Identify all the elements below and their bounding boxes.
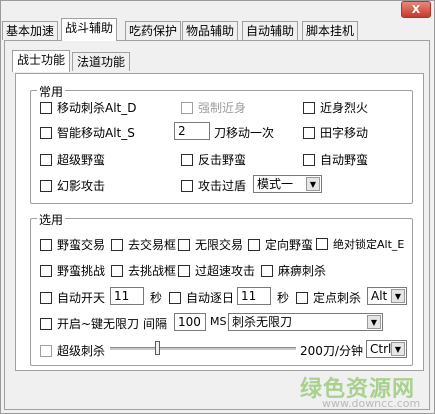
- common-group-title: 常用: [37, 83, 66, 100]
- move-once-label: 刀移动一次: [214, 126, 275, 140]
- attack-shield-label: 攻击过盾: [198, 179, 247, 193]
- chevron-down-icon[interactable]: ▼: [391, 289, 405, 303]
- chase-sun-unit-label: 秒: [277, 291, 290, 305]
- auto-savage-checkbox[interactable]: 自动野蛮: [303, 151, 368, 168]
- force-close-checkbox[interactable]: 强制近身: [181, 99, 246, 116]
- close-fire-checkbox[interactable]: 近身烈火: [303, 99, 368, 116]
- phantom-strike-label: 幻影攻击: [57, 179, 106, 193]
- directional-savage-label: 定向野蛮: [265, 238, 314, 252]
- savage-challenge-label: 野蛮挑战: [57, 264, 106, 278]
- counter-savage-checkbox[interactable]: 反击野蛮: [181, 151, 246, 168]
- tab-potion-protect[interactable]: 吃药保护: [125, 21, 182, 40]
- counter-savage-label: 反击野蛮: [198, 153, 247, 167]
- tab-auto-assist[interactable]: 自动辅助: [242, 21, 299, 40]
- blade-mode-select[interactable]: 刺杀无限刀 ▼: [228, 313, 383, 331]
- attack-shield-checkbox[interactable]: 攻击过盾: [181, 177, 246, 194]
- directional-savage-checkbox[interactable]: 定向野蛮: [248, 236, 313, 253]
- interval-label: 间隔: [143, 317, 168, 331]
- auto-savage-label: 自动野蛮: [320, 153, 369, 167]
- super-savage-label: 超级野蛮: [57, 153, 106, 167]
- speed-key-select[interactable]: Ctrl ▼: [366, 340, 407, 358]
- fixed-stab-checkbox[interactable]: 定点刺杀: [296, 289, 361, 306]
- tab-script-afk[interactable]: 脚本挂机: [302, 21, 359, 40]
- chase-sun-interval-input[interactable]: 11: [237, 287, 271, 305]
- absolute-lock-checkbox[interactable]: 绝对锁定Alt_E: [316, 236, 404, 252]
- tab-mage-taoist[interactable]: 法道功能: [72, 52, 131, 71]
- chevron-down-icon[interactable]: ▼: [367, 315, 381, 329]
- overspeed-attack-checkbox[interactable]: 过超速攻击: [178, 262, 255, 279]
- interval-unit-label: MS: [210, 315, 227, 328]
- open-sky-unit-label: 秒: [150, 291, 163, 305]
- speed-key-value: Ctrl: [370, 342, 392, 356]
- savage-trade-checkbox[interactable]: 野蛮交易: [40, 236, 105, 253]
- remove-trade-box-label: 去交易框: [128, 238, 177, 252]
- auto-chase-sun-checkbox[interactable]: 自动逐日: [169, 289, 234, 306]
- close-fire-label: 近身烈火: [320, 101, 369, 115]
- speed-slider-handle[interactable]: [154, 341, 160, 355]
- tab-item-assist[interactable]: 物品辅助: [182, 21, 239, 40]
- mode-select[interactable]: 模式一 ▼: [253, 175, 322, 193]
- unlimited-trade-label: 无限交易: [195, 238, 244, 252]
- absolute-lock-label: 绝对锁定Alt_E: [333, 238, 405, 251]
- savage-challenge-checkbox[interactable]: 野蛮挑战: [40, 262, 105, 279]
- watermark-url: www.downcc.com: [322, 397, 421, 410]
- smart-move-label: 智能移动Alt_S: [57, 126, 135, 140]
- auto-chase-sun-label: 自动逐日: [186, 291, 235, 305]
- move-stab-label: 移动刺杀Alt_D: [57, 101, 137, 115]
- auto-open-sky-label: 自动开天: [57, 291, 106, 305]
- move-count-input[interactable]: 2: [174, 122, 210, 140]
- unlimited-trade-checkbox[interactable]: 无限交易: [178, 236, 243, 253]
- paralyze-stab-label: 麻痹刺杀: [278, 264, 327, 278]
- open-sky-interval-input[interactable]: 11: [110, 287, 144, 305]
- smart-move-checkbox[interactable]: 智能移动Alt_S: [40, 124, 135, 141]
- speed-slider[interactable]: [110, 347, 296, 351]
- move-stab-checkbox[interactable]: 移动刺杀Alt_D: [40, 99, 137, 116]
- one-key-unlimited-label: 开启~键无限刀: [57, 317, 140, 331]
- fixed-stab-key-select[interactable]: Alt ▼: [367, 287, 407, 305]
- overspeed-attack-label: 过超速攻击: [195, 264, 256, 278]
- super-savage-checkbox[interactable]: 超级野蛮: [40, 151, 105, 168]
- remove-challenge-box-label: 去挑战框: [128, 264, 177, 278]
- chevron-down-icon[interactable]: ▼: [391, 342, 405, 356]
- force-close-label: 强制近身: [198, 101, 247, 115]
- interval-input[interactable]: 100: [174, 313, 206, 331]
- savage-trade-label: 野蛮交易: [57, 238, 106, 252]
- paralyze-stab-checkbox[interactable]: 麻痹刺杀: [261, 262, 326, 279]
- tab-basic-speed[interactable]: 基本加速: [2, 21, 59, 40]
- phantom-strike-checkbox[interactable]: 幻影攻击: [40, 177, 105, 194]
- one-key-unlimited-checkbox[interactable]: 开启~键无限刀: [40, 315, 139, 332]
- remove-challenge-box-checkbox[interactable]: 去挑战框: [111, 262, 176, 279]
- auto-open-sky-checkbox[interactable]: 自动开天: [40, 289, 105, 306]
- mode-select-value: 模式一: [257, 177, 294, 191]
- speed-label: 200刀/分钟: [300, 344, 363, 358]
- remove-trade-box-checkbox[interactable]: 去交易框: [111, 236, 176, 253]
- super-stab-label: 超级刺杀: [57, 344, 106, 358]
- options-group-title: 选用: [37, 211, 66, 228]
- chevron-down-icon[interactable]: ▼: [306, 177, 320, 191]
- tian-move-label: 田字移动: [320, 126, 369, 140]
- blade-mode-value: 刺杀无限刀: [232, 315, 293, 329]
- tab-combat-assist[interactable]: 战斗辅助: [61, 18, 118, 41]
- tab-warrior[interactable]: 战士功能: [12, 50, 71, 72]
- super-stab-checkbox[interactable]: 超级刺杀: [40, 342, 105, 359]
- close-button[interactable]: X: [401, 1, 431, 18]
- tian-move-checkbox[interactable]: 田字移动: [303, 124, 368, 141]
- fixed-stab-key-value: Alt: [371, 289, 388, 303]
- fixed-stab-label: 定点刺杀: [313, 291, 362, 305]
